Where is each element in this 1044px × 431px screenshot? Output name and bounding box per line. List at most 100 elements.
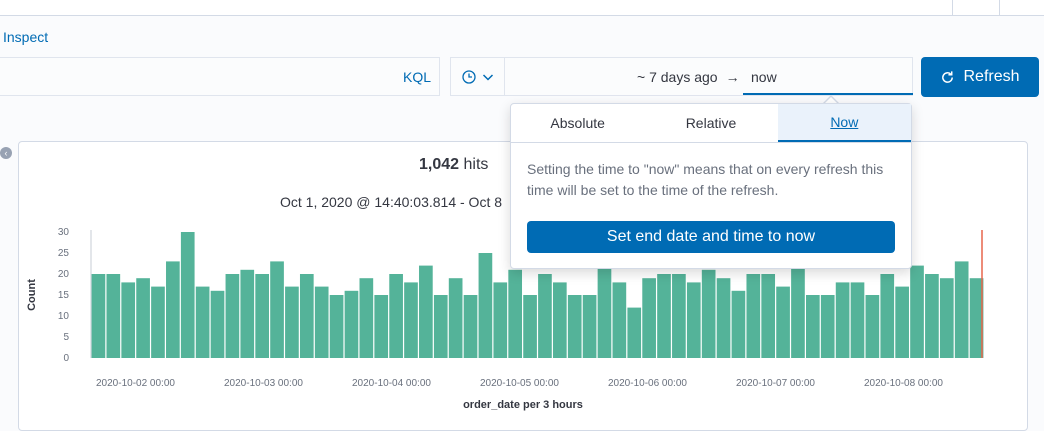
date-picker: ~ 7 days ago → now [450,57,913,96]
histogram-bar [523,295,537,358]
now-description: Setting the time to "now" means that on … [527,161,884,198]
histogram-bar [865,295,880,358]
histogram-bar [835,282,850,358]
histogram-bar [106,274,121,358]
y-tick-label: 0 [63,353,69,364]
histogram-bar [478,253,493,358]
quick-menu-button[interactable] [451,58,505,95]
histogram-bar [136,278,150,358]
tab-absolute[interactable]: Absolute [511,104,644,142]
x-tick-label: 2020-10-04 00:00 [352,378,431,389]
histogram-bar [582,295,597,358]
histogram-bar [419,265,433,358]
histogram-bar [225,274,240,358]
y-axis-title: Count [26,279,38,311]
histogram-bar [314,286,329,358]
end-date-button[interactable]: now [743,58,913,95]
histogram-bar [910,265,924,358]
histogram-bar [195,286,210,358]
histogram-bar [240,269,255,358]
histogram-bar [91,274,106,358]
inspect-link[interactable]: Inspect [3,29,48,45]
histogram-bar [404,282,418,358]
chevron-down-icon [482,73,493,81]
histogram-bar [255,274,269,358]
histogram-bar [954,261,969,358]
histogram-bar [270,261,284,358]
histogram-bar [776,286,790,358]
query-input[interactable]: KQL [0,57,440,96]
histogram-bar [166,261,180,358]
x-tick-label: 2020-10-05 00:00 [480,378,559,389]
histogram-bar [880,274,895,358]
top-bar-divider [952,0,953,15]
histogram-bar [151,286,165,358]
histogram-bar [508,269,523,358]
start-date-button[interactable]: ~ 7 days ago [637,69,718,85]
histogram-bar [627,307,642,358]
top-bar-divider [999,0,1000,15]
y-tick-label: 15 [58,290,70,301]
refresh-button[interactable]: Refresh [921,57,1039,97]
y-tick-label: 25 [58,248,70,259]
histogram-bar [538,274,552,358]
x-axis-title: order_date per 3 hours [463,399,583,411]
histogram-bar [791,265,805,358]
histogram-bar [299,274,314,358]
histogram-bar [895,286,909,358]
histogram-bar [552,282,567,358]
histogram-bar [820,295,835,358]
x-tick-label: 2020-10-08 00:00 [864,378,943,389]
histogram-bar [180,232,195,358]
x-tick-label: 2020-10-06 00:00 [608,378,687,389]
histogram-bar [463,295,478,358]
histogram-bar [642,278,656,358]
histogram-bar [359,278,374,358]
x-tick-label: 2020-10-02 00:00 [96,378,175,389]
tab-relative[interactable]: Relative [644,104,777,142]
tab-now[interactable]: Now [777,104,911,142]
histogram-bar [567,295,582,358]
histogram-bar [925,274,939,358]
histogram-bar [374,295,389,358]
y-tick-label: 10 [58,311,70,322]
refresh-label: Refresh [963,68,1020,85]
histogram-bar [329,295,344,358]
histogram-bar [344,290,359,358]
arrow-right-icon: → [725,69,740,85]
y-tick-label: 20 [58,269,70,280]
collapse-sidebar-icon[interactable]: ‹ [0,147,12,159]
histogram-bar [285,286,299,358]
histogram-bar [597,265,612,358]
histogram-bar [939,278,954,358]
top-bar [0,0,1044,16]
histogram-bar [433,295,448,358]
end-date-label: now [751,69,777,85]
histogram-bar [731,290,746,358]
histogram-bar [657,274,671,358]
popover-tabs: Absolute Relative Now [511,104,911,143]
y-tick-label: 30 [58,227,70,238]
kql-language-toggle[interactable]: KQL [403,69,431,85]
histogram-bar [716,278,731,358]
histogram-bar [448,278,463,358]
time-range: ~ 7 days ago → [637,69,748,85]
histogram-bar [672,274,686,358]
histogram-bar [746,274,761,358]
y-tick-label: 5 [63,332,69,343]
refresh-icon [942,70,954,83]
histogram-bar [493,282,508,358]
x-tick-label: 2020-10-07 00:00 [736,378,815,389]
histogram-bar [210,290,225,358]
histogram-bar [389,274,403,358]
histogram-bar [612,282,627,358]
histogram-bar [686,282,701,358]
histogram-bar [761,274,776,358]
histogram-bar [121,282,136,358]
clock-icon [461,69,476,84]
time-popover: Absolute Relative Now Setting the time t… [510,103,912,269]
histogram-bar [701,269,716,358]
set-now-button[interactable]: Set end date and time to now [527,221,895,253]
histogram-bar [806,295,820,358]
x-tick-label: 2020-10-03 00:00 [224,378,303,389]
